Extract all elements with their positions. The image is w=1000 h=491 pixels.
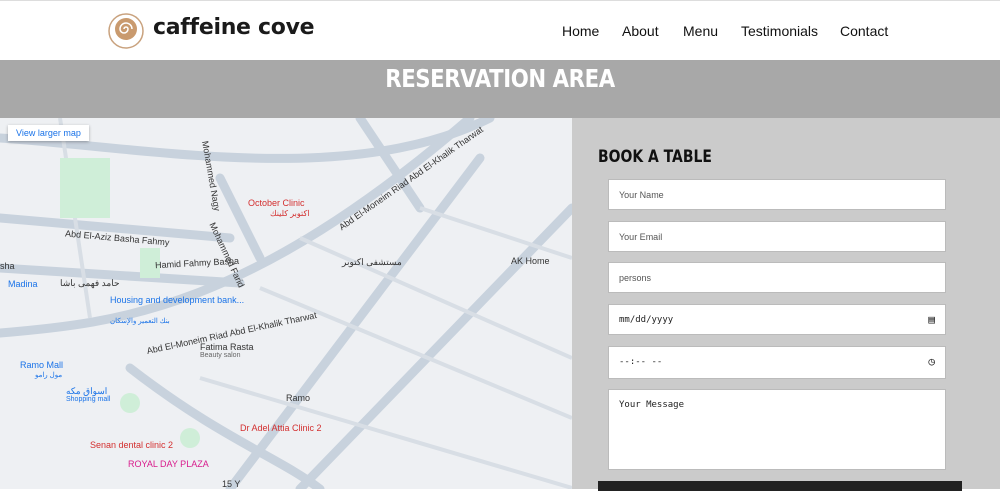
- map-poi: Shopping mall: [66, 396, 111, 403]
- nav-contact[interactable]: Contact: [840, 23, 888, 39]
- map-label: 15 Y: [222, 479, 241, 489]
- calendar-icon[interactable]: ▤: [928, 305, 935, 335]
- map-roads: [0, 118, 572, 489]
- email-input[interactable]: Your Email: [608, 221, 946, 252]
- name-input[interactable]: Your Name: [608, 179, 946, 210]
- map-poi: بنك التعمير والإسكان: [110, 318, 170, 325]
- nav-menu[interactable]: Menu: [683, 23, 718, 39]
- hero-banner: RESERVATION AREA: [0, 60, 1000, 118]
- map-poi[interactable]: AK Home: [511, 256, 550, 266]
- nav-about[interactable]: About: [622, 23, 659, 39]
- map-poi[interactable]: Ramo: [286, 393, 310, 403]
- date-placeholder: mm/dd/yyyy: [619, 315, 674, 325]
- map-poi[interactable]: ROYAL DAY PLAZA: [128, 459, 209, 469]
- map-label: حامد فهمى باشا: [60, 278, 120, 288]
- map-poi[interactable]: Senan dental clinic 2: [90, 440, 173, 450]
- navbar: caffeine cove Home About Menu Testimonia…: [0, 0, 1000, 60]
- map-poi: مول رامو: [35, 372, 63, 379]
- time-input[interactable]: --:-- -- ◷: [608, 346, 946, 379]
- map-label: Madina: [8, 279, 38, 289]
- nav-home[interactable]: Home: [562, 23, 599, 39]
- time-placeholder: --:-- --: [619, 357, 663, 367]
- view-larger-map-link[interactable]: View larger map: [8, 125, 89, 141]
- map-poi[interactable]: October Clinic: [248, 198, 305, 208]
- date-input[interactable]: mm/dd/yyyy ▤: [608, 304, 946, 335]
- form-title: BOOK A TABLE: [598, 147, 712, 167]
- map-poi[interactable]: Housing and development bank...: [110, 295, 244, 305]
- nav-testimonials[interactable]: Testimonials: [741, 23, 818, 39]
- booking-form: BOOK A TABLE Your Name Your Email person…: [572, 118, 1000, 491]
- map-label: sha: [0, 261, 15, 271]
- page-title: RESERVATION AREA: [385, 64, 615, 93]
- brand-name[interactable]: caffeine cove: [153, 15, 315, 40]
- map-poi[interactable]: Dr Adel Attia Clinic 2: [240, 423, 322, 433]
- clock-icon[interactable]: ◷: [928, 347, 935, 377]
- map-poi[interactable]: مستشفى اكتوبر: [342, 257, 402, 268]
- map-poi[interactable]: Fatima Rasta: [200, 342, 254, 352]
- map-poi: اكتوبر كلينك: [270, 209, 310, 218]
- submit-button[interactable]: [598, 481, 962, 491]
- message-textarea[interactable]: Your Message: [608, 389, 946, 470]
- coffee-cup-logo-icon[interactable]: [107, 12, 145, 50]
- map-poi[interactable]: Ramo Mall: [20, 360, 63, 370]
- persons-input[interactable]: persons: [608, 262, 946, 293]
- map-poi: Beauty salon: [200, 352, 241, 359]
- embedded-map[interactable]: View larger map Mohammed Nagy Abd El-Azi…: [0, 118, 572, 489]
